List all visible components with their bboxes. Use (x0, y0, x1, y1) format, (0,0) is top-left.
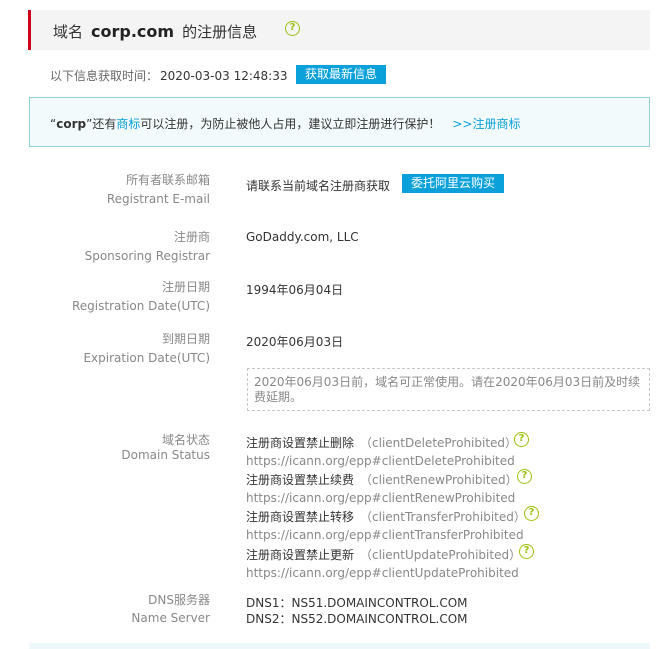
expiration-date-label-en: Expiration Date(UTC) (83, 351, 210, 365)
registration-date-label: 注册日期 Registration Date(UTC) (72, 280, 210, 313)
status-item: 注册商设置禁止更新 （clientUpdateProhibited） https:… (246, 546, 521, 580)
expiration-date-label: 到期日期 Expiration Date(UTC) (83, 332, 210, 365)
registrar-label: 注册商 Sponsoring Registrar (85, 230, 210, 263)
domain-status-label: 域名状态 Domain Status (121, 433, 210, 462)
status-name: 注册商设置禁止删除 (246, 436, 355, 450)
page-header: 域名 corp.com 的注册信息 ? (28, 10, 650, 50)
status-url-link[interactable]: https://icann.org/epp#clientUpdateProhib… (246, 566, 521, 580)
registrar-label-zh: 注册商 (173, 230, 210, 244)
question-circle-icon[interactable]: ? (285, 21, 300, 36)
email-label-en: Registrant E-mail (106, 192, 210, 206)
entrust-purchase-button[interactable]: 委托阿里云购买 (402, 174, 505, 193)
email-label-zh: 所有者联系邮箱 (125, 173, 210, 187)
registration-date-label-en: Registration Date(UTC) (71, 299, 210, 313)
dns-label-zh: DNS服务器 (148, 593, 210, 607)
notice-text-before: 还有 (92, 117, 117, 131)
trademark-notice: “corp”还有商标可以注册，为防止被他人占用，建议立即注册进行保护！ >>注册商… (29, 97, 650, 147)
title-domain: corp.com (91, 22, 175, 41)
title-prefix: 域名 (53, 23, 84, 41)
question-circle-icon[interactable]: ? (519, 544, 534, 559)
status-item: 注册商设置禁止转移 （clientTransferProhibited） http… (246, 508, 526, 542)
fetch-time-value: 2020-03-03 12:48:33 (160, 69, 288, 83)
registrar-label-en: Sponsoring Registrar (84, 249, 210, 263)
question-circle-icon[interactable]: ? (524, 506, 539, 521)
status-code: （clientDeleteProhibited） (360, 436, 518, 450)
status-code: （clientTransferProhibited） (360, 510, 526, 524)
status-item: 注册商设置禁止续费 （clientRenewProhibited） https:/… (246, 471, 518, 505)
expiration-date-label-zh: 到期日期 (161, 332, 210, 346)
question-circle-icon[interactable]: ? (517, 469, 532, 484)
status-code: （clientUpdateProhibited） (360, 548, 522, 562)
notice-keyword: corp (56, 117, 87, 131)
dns-label: DNS服务器 Name Server (131, 593, 210, 625)
status-name: 注册商设置禁止续费 (246, 473, 355, 487)
fetch-time-row: 以下信息获取时间： 2020-03-03 12:48:33 (50, 67, 287, 84)
status-url-link[interactable]: https://icann.org/epp#clientDeleteProhib… (246, 454, 517, 468)
email-label: 所有者联系邮箱 Registrant E-mail (107, 173, 210, 206)
registration-date-label-zh: 注册日期 (161, 280, 210, 294)
status-url-link[interactable]: https://icann.org/epp#clientTransferProh… (246, 528, 526, 542)
domain-status-label-en: Domain Status (121, 448, 210, 462)
refresh-info-button[interactable]: 获取最新信息 (296, 65, 387, 84)
bottom-panel-edge (29, 643, 650, 649)
dns-server-2: DNS2：NS52.DOMAINCONTROL.COM (246, 612, 468, 626)
registrar-value: GoDaddy.com, LLC (246, 230, 359, 244)
domain-status-label-zh: 域名状态 (161, 433, 210, 447)
status-code: （clientRenewProhibited） (360, 473, 518, 487)
status-name: 注册商设置禁止转移 (246, 510, 355, 524)
trademark-link[interactable]: 商标 (116, 117, 140, 131)
status-url-link[interactable]: https://icann.org/epp#clientRenewProhibi… (246, 491, 518, 505)
status-item: 注册商设置禁止删除 （clientDeleteProhibited） https:… (246, 434, 517, 468)
title-suffix: 的注册信息 (182, 23, 258, 41)
email-value: 请联系当前域名注册商获取 (246, 179, 391, 193)
expiration-date-value: 2020年06月03日 (246, 335, 344, 349)
page-title: 域名 corp.com 的注册信息 (53, 21, 257, 42)
dns-label-en: Name Server (131, 611, 210, 625)
notice-text: “corp”还有商标可以注册，为防止被他人占用，建议立即注册进行保护！ >>注册商… (50, 115, 520, 132)
status-name: 注册商设置禁止更新 (246, 548, 355, 562)
expiration-note: 2020年06月03日前，域名可正常使用。请在2020年06月03日前及时续费延… (247, 368, 650, 411)
fetch-time-label: 以下信息获取时间： (50, 69, 159, 83)
register-trademark-link[interactable]: >>注册商标 (452, 117, 520, 131)
dns-server-1: DNS1：NS51.DOMAINCONTROL.COM (246, 596, 468, 610)
question-circle-icon[interactable]: ? (514, 432, 529, 447)
notice-text-after: 可以注册，为防止被他人占用，建议立即注册进行保护！ (140, 117, 441, 131)
registration-date-value: 1994年06月04日 (246, 283, 344, 297)
